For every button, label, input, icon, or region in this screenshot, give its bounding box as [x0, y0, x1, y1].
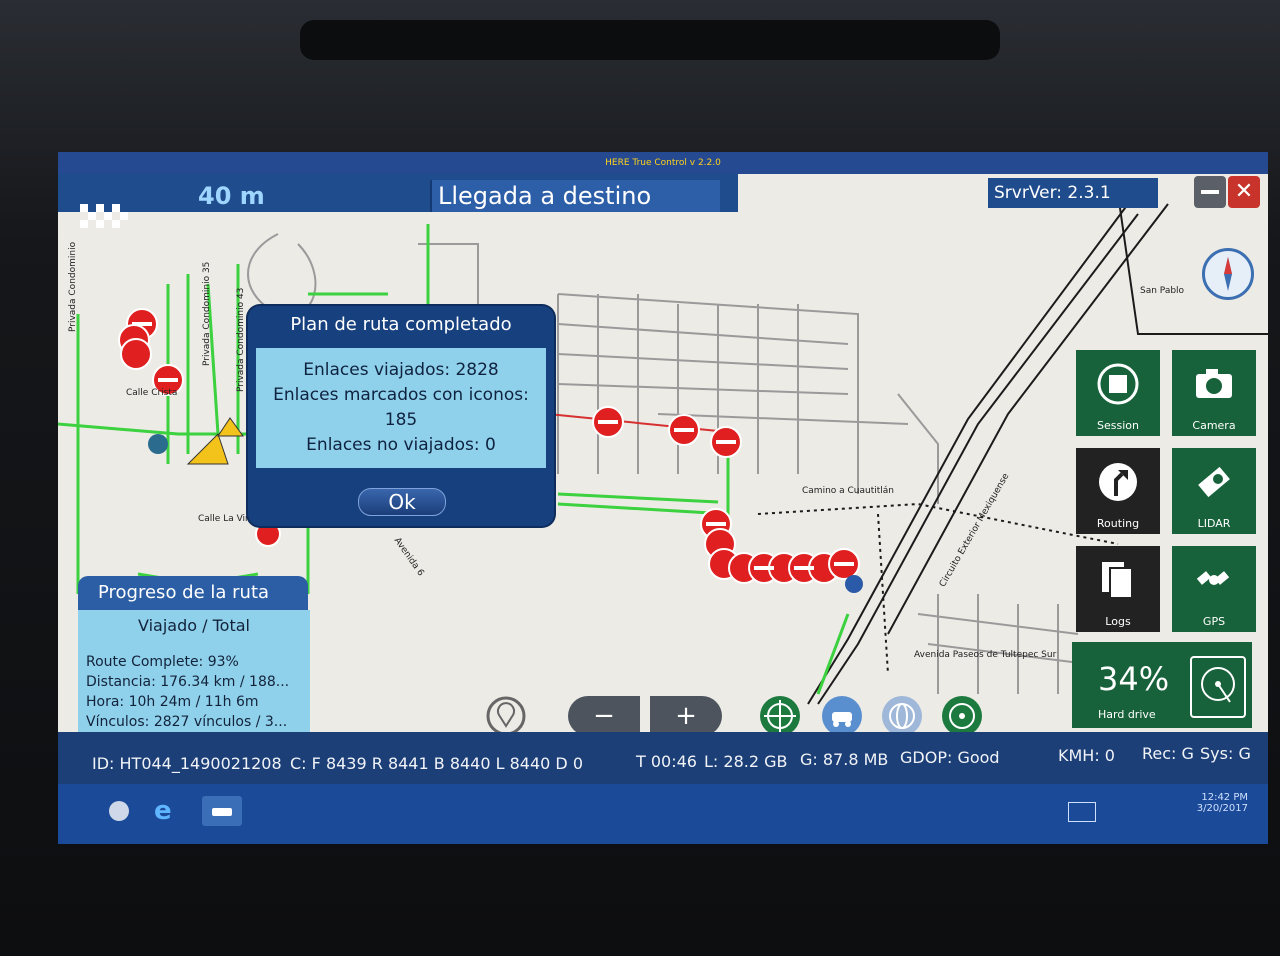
map-label-calle-crista: Calle Crista [126, 388, 178, 398]
routing-label: Routing [1096, 517, 1140, 530]
hard-drive-percent: 34% [1098, 660, 1170, 698]
checkered-flag-icon [80, 204, 128, 228]
hard-drive-status[interactable]: 34% Hard drive [1072, 642, 1252, 728]
map-label-san-pablo: San Pablo [1140, 286, 1185, 296]
status-gdop: GDOP: Good [900, 748, 1000, 767]
location-pin-icon[interactable] [486, 696, 526, 736]
navigation-header: 40 m Llegada a destino [58, 174, 738, 244]
session-button[interactable]: Session [1076, 350, 1160, 436]
links-marked-label: Enlaces marcados con iconos: [273, 385, 529, 405]
progress-time: Hora: 10h 24m / 11h 6m [86, 694, 259, 710]
globe-icon[interactable] [882, 696, 922, 736]
status-rec: Rec: G [1142, 744, 1194, 763]
close-button[interactable]: ✕ [1228, 176, 1260, 208]
compass-icon[interactable] [1202, 248, 1254, 300]
system-clock[interactable]: 12:42 PM 3/20/2017 [1197, 792, 1248, 814]
routing-icon [1099, 463, 1137, 501]
status-time: T 00:46 [636, 752, 697, 771]
true-control-app-icon[interactable] [202, 796, 242, 826]
route-plan-dialog: Plan de ruta completado Enlaces viajados… [248, 306, 554, 526]
camera-icon [1196, 369, 1232, 398]
hard-drive-label: Hard drive [1098, 708, 1156, 721]
hard-drive-icon [1190, 656, 1246, 718]
ok-button[interactable]: Ok [358, 488, 446, 516]
logs-label: Logs [1105, 615, 1131, 628]
arrival-banner: Llegada a destino [430, 180, 720, 212]
dialog-title: Plan de ruta completado [290, 314, 512, 335]
lidar-icon [1198, 466, 1230, 498]
monitor-top-mount [300, 20, 1000, 60]
status-lidar-size: L: 28.2 GB [704, 752, 788, 771]
internet-explorer-icon[interactable]: e [154, 796, 184, 826]
status-id: ID: HT044_1490021208 [92, 754, 282, 773]
lidar-button[interactable]: LIDAR [1172, 448, 1256, 534]
camera-button[interactable]: Camera [1172, 350, 1256, 436]
map-label-calle-la-vir: Calle La Vir [198, 514, 249, 524]
links-traveled: Enlaces viajados: 2828 [303, 360, 499, 380]
status-sys: Sys: G [1200, 744, 1251, 763]
window-controls: ✕ [1194, 176, 1264, 210]
server-version: SrvrVer: 2.3.1 [988, 178, 1158, 208]
map-label-camino: Camino a Cuautitlán [802, 486, 894, 496]
progress-title: Progreso de la ruta [78, 576, 308, 610]
gps-button[interactable]: GPS [1172, 546, 1256, 632]
map-label-priv1: Privada Condominio [68, 241, 78, 332]
clock-time: 12:42 PM [1201, 792, 1248, 803]
minimize-button[interactable] [1194, 176, 1226, 208]
progress-subtitle: Viajado / Total [138, 616, 250, 635]
keyboard-icon[interactable] [1068, 802, 1096, 822]
links-not-traveled: Enlaces no viajados: 0 [306, 435, 496, 455]
vehicle-icon[interactable] [822, 696, 862, 736]
app-screen: HERE True Control v 2.2.0 Privada Condom… [58, 152, 1268, 844]
crosshair-icon[interactable] [760, 696, 800, 736]
camera-label: Camera [1192, 419, 1236, 432]
gps-label: GPS [1202, 615, 1226, 628]
zoom-in-button[interactable]: + [650, 696, 722, 736]
status-gps-size: G: 87.8 MB [800, 750, 889, 769]
clock-date: 3/20/2017 [1196, 803, 1248, 814]
progress-distance: Distancia: 176.34 km / 188... [86, 674, 290, 690]
map-label-priv35: Privada Condominio 35 [202, 261, 212, 366]
start-icon[interactable] [104, 796, 134, 826]
status-bar: ID: HT044_1490021208 C: F 8439 R 8441 B … [58, 732, 1268, 784]
lidar-label: LIDAR [1197, 517, 1231, 530]
windows-taskbar: e 12:42 PM 3/20/2017 [58, 784, 1268, 844]
window-title: HERE True Control v 2.2.0 [58, 152, 1268, 174]
routing-button[interactable]: Routing [1076, 448, 1160, 534]
map-label-priv43: Privada Condominio 43 [236, 287, 246, 392]
stop-icon [1097, 363, 1139, 405]
status-kmh: KMH: 0 [1058, 746, 1115, 765]
map-label-avenida-paseos: Avenida Paseos de Tultepec Sur [914, 650, 1057, 660]
distance-to-destination: 40 m [198, 182, 265, 210]
dialog-body: Enlaces viajados: 2828 Enlaces marcados … [256, 348, 546, 468]
gps-target-icon[interactable] [942, 696, 982, 736]
zoom-out-button[interactable]: − [568, 696, 640, 736]
progress-links: Vínculos: 2827 vínculos / 3... [86, 714, 288, 730]
links-marked-count: 185 [384, 410, 418, 430]
satellite-icon [1196, 571, 1230, 585]
status-counts: C: F 8439 R 8441 B 8440 L 8440 D 0 [290, 754, 584, 773]
documents-icon [1102, 562, 1133, 599]
route-complete: Route Complete: 93% [86, 654, 239, 670]
session-label: Session [1097, 419, 1139, 432]
logs-button[interactable]: Logs [1076, 546, 1160, 632]
